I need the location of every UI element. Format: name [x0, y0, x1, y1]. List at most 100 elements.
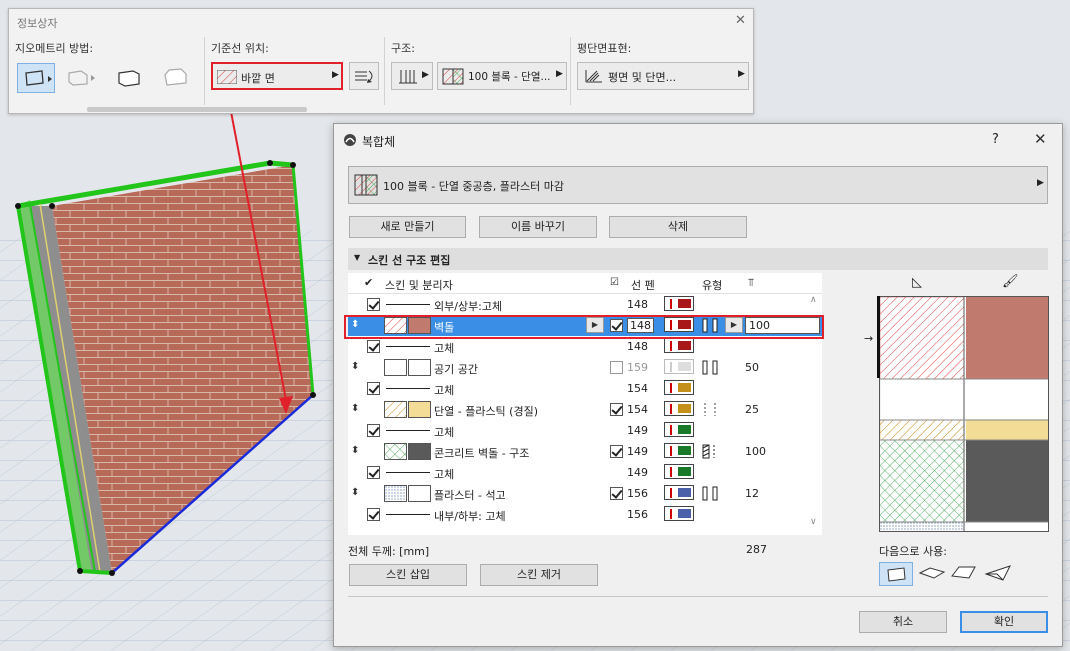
line-checkbox[interactable] [367, 382, 380, 395]
thickness-value: 12 [745, 487, 759, 500]
row-label: 외부/상부:고체 [434, 300, 503, 313]
composite-dropdown[interactable]: 100 블록 - 단열... ▶ [437, 62, 567, 90]
table-row[interactable]: 외부/상부:고체 148 [348, 294, 822, 315]
close-icon[interactable]: ✕ [1034, 130, 1047, 148]
col-visibility-icon: ☑ [610, 277, 619, 288]
fill-swatch[interactable] [384, 443, 407, 460]
scroll-down-icon[interactable]: ∨ [810, 517, 817, 527]
row-label: 고체 [434, 342, 455, 355]
geometry-section: 지오메트리 방법: [9, 37, 205, 105]
col-skin-header: 스킨 및 분리자 [385, 279, 453, 292]
col-pen-header: 선 펜 [631, 279, 655, 292]
floor-plan-label: 평단면표현: [577, 42, 632, 55]
row-label: 고체 [434, 468, 455, 481]
composite-name: 100 블록 - 단열 중공층, 플라스터 마감 [383, 180, 564, 193]
pen-swatch[interactable] [664, 506, 694, 521]
surface-swatch[interactable] [408, 485, 431, 502]
remove-skin-button[interactable]: 스킨 제거 [480, 564, 598, 586]
insert-skin-button[interactable]: 스킨 삽입 [349, 564, 467, 586]
table-row[interactable]: 고체 148 [348, 336, 822, 357]
drag-handle-icon[interactable]: ⬍ [351, 361, 359, 372]
pen-swatch[interactable] [664, 464, 694, 479]
composite-selector[interactable]: 100 블록 - 단열 중공층, 플라스터 마감 ▶ [348, 166, 1048, 204]
pen-swatch[interactable] [664, 443, 694, 458]
pen-swatch[interactable] [664, 359, 694, 374]
use-slab-icon[interactable] [917, 562, 947, 586]
drag-handle-icon[interactable]: ⬍ [351, 403, 359, 414]
paint-brush-icon: 🖌 [1002, 274, 1019, 289]
rename-composite-button[interactable]: 이름 바꾸기 [479, 216, 597, 238]
horizontal-scrollbar[interactable] [87, 107, 307, 112]
dropdown-arrow-icon: ▶ [422, 70, 429, 80]
skin-visibility-checkbox[interactable] [610, 487, 623, 500]
straight-wall-icon[interactable] [17, 63, 55, 93]
pen-swatch[interactable] [664, 401, 694, 416]
skin-structure-section-header[interactable]: ▼ 스킨 선 구조 편집 [348, 248, 1048, 270]
floor-plan-dropdown[interactable]: 평면 및 단면... ▶ [577, 62, 749, 90]
dialog-title: 복합체 [362, 135, 396, 149]
trapezoid-wall-icon[interactable] [61, 63, 99, 93]
floor-plan-icon [585, 70, 602, 83]
ok-button[interactable]: 확인 [960, 611, 1048, 633]
surface-swatch[interactable] [408, 359, 431, 376]
fill-swatch[interactable] [384, 359, 407, 376]
fill-swatch[interactable] [384, 401, 407, 418]
table-row[interactable]: 고체 149 [348, 462, 822, 483]
line-sample [386, 472, 430, 473]
line-checkbox[interactable] [367, 466, 380, 479]
surface-swatch[interactable] [408, 401, 431, 418]
info-box-title: 정보상자 [17, 17, 58, 30]
table-row[interactable]: 내부/하부: 고체 156 [348, 504, 822, 525]
reference-line-dropdown[interactable]: 바깥 면 ▶ [211, 62, 343, 90]
dropdown-arrow-icon: ▶ [1037, 178, 1044, 188]
pen-swatch[interactable] [664, 422, 694, 437]
dropdown-arrow-icon: ▶ [332, 70, 339, 80]
skin-visibility-checkbox[interactable] [610, 445, 623, 458]
surface-swatch[interactable] [408, 443, 431, 460]
drag-handle-icon[interactable]: ⬍ [351, 487, 359, 498]
scroll-up-icon[interactable]: ∧ [810, 295, 817, 305]
row-label: 단열 - 플라스틱 (경질) [434, 405, 539, 418]
delete-composite-button[interactable]: 삭제 [609, 216, 747, 238]
use-wall-icon[interactable] [879, 562, 913, 586]
pen-swatch[interactable] [664, 338, 694, 353]
pen-swatch[interactable] [664, 485, 694, 500]
table-row[interactable]: ⬍ 콘크리트 벽돌 - 구조 149 100 [348, 441, 822, 462]
table-row[interactable]: ⬍ 단열 - 플라스틱 (경질) 154 25 [348, 399, 822, 420]
fill-swatch[interactable] [384, 485, 407, 502]
reference-line-icon [217, 70, 237, 84]
skin-visibility-checkbox[interactable] [610, 403, 623, 416]
new-composite-button[interactable]: 새로 만들기 [349, 216, 466, 238]
cancel-button[interactable]: 취소 [859, 611, 947, 633]
section-view-icon: ◺ [912, 275, 922, 290]
drag-handle-icon[interactable]: ⬍ [351, 445, 359, 456]
help-icon[interactable]: ? [992, 132, 999, 147]
check-all-icon[interactable]: ✔ [364, 276, 373, 289]
table-row[interactable]: 고체 149 [348, 420, 822, 441]
dropdown-arrow-icon: ▶ [738, 69, 745, 79]
use-shell-icon[interactable] [983, 562, 1013, 586]
flip-reference-button[interactable] [349, 62, 379, 90]
pen-swatch[interactable] [664, 296, 694, 311]
slanted-wall-icon[interactable] [111, 63, 149, 93]
thickness-icon: ⫪ [748, 276, 755, 289]
row-label: 플라스터 - 석고 [434, 489, 506, 502]
pen-swatch[interactable] [664, 380, 694, 395]
close-icon[interactable]: ✕ [735, 13, 746, 28]
line-checkbox[interactable] [367, 298, 380, 311]
table-row[interactable]: 고체 154 [348, 378, 822, 399]
skin-type-icon [702, 360, 718, 375]
archicad-logo-icon [344, 134, 356, 146]
collapse-arrow-icon: ▼ [354, 253, 361, 262]
line-checkbox[interactable] [367, 340, 380, 353]
skin-type-icon [704, 403, 716, 416]
table-row[interactable]: ⬍ 공기 공간 159 50 [348, 357, 822, 378]
double-slanted-wall-icon[interactable] [157, 63, 195, 93]
line-checkbox[interactable] [367, 508, 380, 521]
floor-plan-section: 평단면표현: 평면 및 단면... ▶ [571, 37, 755, 105]
line-checkbox[interactable] [367, 424, 380, 437]
skin-visibility-checkbox[interactable] [610, 361, 623, 374]
use-roof-icon[interactable] [949, 562, 979, 586]
table-row[interactable]: ⬍ 플라스터 - 석고 156 12 [348, 483, 822, 504]
structure-type-dropdown[interactable]: ▶ [391, 62, 433, 90]
